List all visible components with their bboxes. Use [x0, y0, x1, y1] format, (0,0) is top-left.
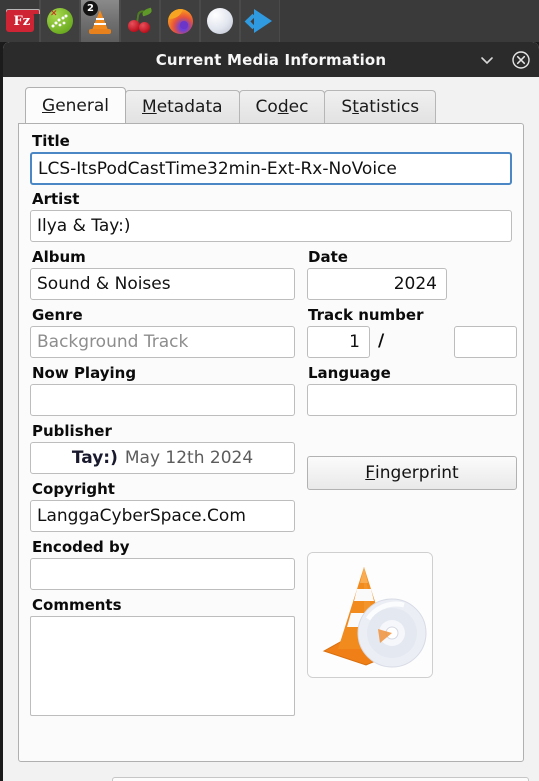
publisher-value-rest: May 12th 2024: [124, 448, 254, 468]
genre-label: Genre: [32, 306, 83, 324]
tab-codec-label-b: ec: [288, 97, 309, 117]
track-separator: /: [378, 331, 385, 351]
tab-statistics[interactable]: St atistics: [324, 90, 437, 123]
tab-metadata[interactable]: Metadata: [125, 90, 240, 123]
publisher-label: Publisher: [32, 422, 112, 440]
window-title: Current Media Information: [155, 50, 387, 69]
tab-codec-mnemonic: d: [277, 97, 289, 117]
date-label: Date: [308, 248, 348, 266]
comments-textarea[interactable]: [30, 616, 295, 716]
media-information-window: Current Media Information General Metada…: [3, 42, 539, 781]
artist-input[interactable]: Ilya & Tay:): [30, 210, 512, 242]
artist-label: Artist: [32, 190, 80, 208]
now-playing-input[interactable]: [30, 384, 295, 416]
encoded-by-label: Encoded by: [32, 538, 130, 556]
track-number-input[interactable]: 1: [307, 326, 370, 358]
location-input[interactable]: Recorded in: Phi - Negros with Luv4 APGA: [111, 777, 529, 781]
fingerprint-label: ingerprint: [375, 463, 459, 483]
vscode-icon: [244, 9, 273, 33]
tab-statistics-label-b: atistics: [358, 97, 420, 117]
vlc-cone-disc-artwork-icon: [308, 553, 432, 677]
title-label: Title: [32, 132, 70, 150]
general-tab-panel: Title LCS-ItsPodCastTime32min-Ext-Rx-NoV…: [18, 123, 524, 762]
firefox-icon: [167, 8, 193, 34]
tab-metadata-mnemonic: M: [142, 97, 157, 117]
album-input[interactable]: Sound & Noises: [30, 268, 295, 300]
green-circle-icon: ✕: [47, 8, 73, 34]
language-input[interactable]: [307, 384, 517, 416]
publisher-value-bold: Tay:): [71, 448, 118, 468]
language-label: Language: [308, 364, 391, 382]
genre-input[interactable]: Background Track: [30, 326, 295, 358]
window-titlebar: Current Media Information: [3, 42, 539, 77]
taskbar-item-cherrytree[interactable]: [120, 0, 160, 42]
tab-codec[interactable]: Co d ec: [238, 90, 326, 123]
taskbar-item-firefox[interactable]: [160, 0, 200, 42]
track-number-label: Track number: [308, 306, 424, 324]
taskbar-item-vlc[interactable]: 2: [80, 0, 120, 42]
tab-general[interactable]: General: [25, 87, 127, 123]
tab-general-mnemonic: G: [42, 95, 56, 116]
cherries-icon: [127, 7, 153, 33]
album-label: Album: [32, 248, 86, 266]
taskbar-item-filezilla[interactable]: Fz: [0, 0, 40, 42]
copyright-input[interactable]: LanggaCyberSpace.Com: [30, 500, 295, 532]
window-controls: [477, 42, 531, 77]
publisher-input[interactable]: Tay:) May 12th 2024: [30, 442, 295, 474]
taskbar: Fz ✕ 2: [0, 0, 539, 42]
track-total-input[interactable]: [454, 326, 517, 358]
taskbar-item-vscode[interactable]: [240, 0, 280, 42]
now-playing-label: Now Playing: [32, 364, 137, 382]
encoded-by-input[interactable]: [30, 558, 295, 590]
taskbar-empty-area: [280, 0, 539, 42]
taskbar-item-sphere-app[interactable]: [200, 0, 240, 42]
tab-general-label: eneral: [55, 95, 110, 116]
taskbar-badge-vlc: 2: [83, 1, 98, 16]
tab-statistics-mnemonic: t: [352, 97, 359, 117]
tab-metadata-label: etadata: [156, 97, 223, 117]
title-input[interactable]: LCS-ItsPodCastTime32min-Ext-Rx-NoVoice: [30, 152, 512, 185]
tab-codec-label-a: Co: [255, 97, 278, 117]
tabstrip: General Metadata Co d ec St atistics: [25, 87, 539, 123]
dotted-path-icon: [51, 14, 68, 28]
fingerprint-button[interactable]: Fingerprint: [307, 456, 517, 490]
copyright-label: Copyright: [32, 480, 115, 498]
fingerprint-mnemonic: F: [365, 463, 376, 483]
grey-sphere-icon: [207, 8, 233, 34]
location-bar: Location: Recorded in: Phi - Negros with…: [3, 765, 539, 781]
tab-statistics-label-a: S: [341, 97, 353, 117]
album-artwork[interactable]: [307, 552, 433, 678]
date-input[interactable]: 2024: [307, 268, 447, 300]
chevron-down-icon[interactable]: [477, 50, 497, 70]
taskbar-item-green-app[interactable]: ✕: [40, 0, 80, 42]
comments-label: Comments: [32, 596, 122, 614]
close-circle-icon[interactable]: [511, 50, 531, 70]
filezilla-icon: Fz: [5, 9, 40, 33]
